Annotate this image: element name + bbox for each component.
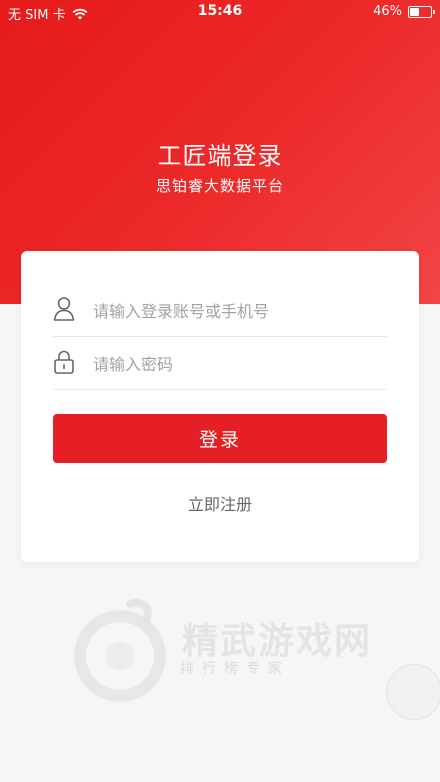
battery-fill	[410, 7, 420, 16]
watermark: 精武游戏网 排行榜专家	[72, 598, 412, 708]
login-button[interactable]: 登录	[53, 414, 387, 463]
password-input[interactable]	[91, 349, 385, 379]
battery-icon	[408, 5, 435, 18]
watermark-brand: 精武游戏网	[182, 621, 373, 662]
status-right: 46%	[373, 4, 435, 19]
user-icon	[53, 297, 75, 321]
lock-icon	[54, 350, 74, 374]
username-input[interactable]	[91, 296, 385, 326]
page-title: 工匠端登录	[157, 142, 283, 170]
register-link[interactable]: 立即注册	[21, 491, 419, 515]
battery-percentage: 46%	[373, 4, 402, 19]
login-card: 登录 立即注册	[21, 251, 419, 562]
watermark-logo-icon	[74, 599, 166, 702]
username-field	[53, 284, 387, 337]
status-bar: 无 SIM 卡 15:46 46%	[0, 0, 440, 24]
watermark-slogan: 排行榜专家	[180, 661, 290, 677]
password-field	[53, 337, 387, 390]
page-subtitle: 思铂睿大数据平台	[155, 177, 284, 195]
floating-assistive-button[interactable]	[386, 664, 440, 720]
